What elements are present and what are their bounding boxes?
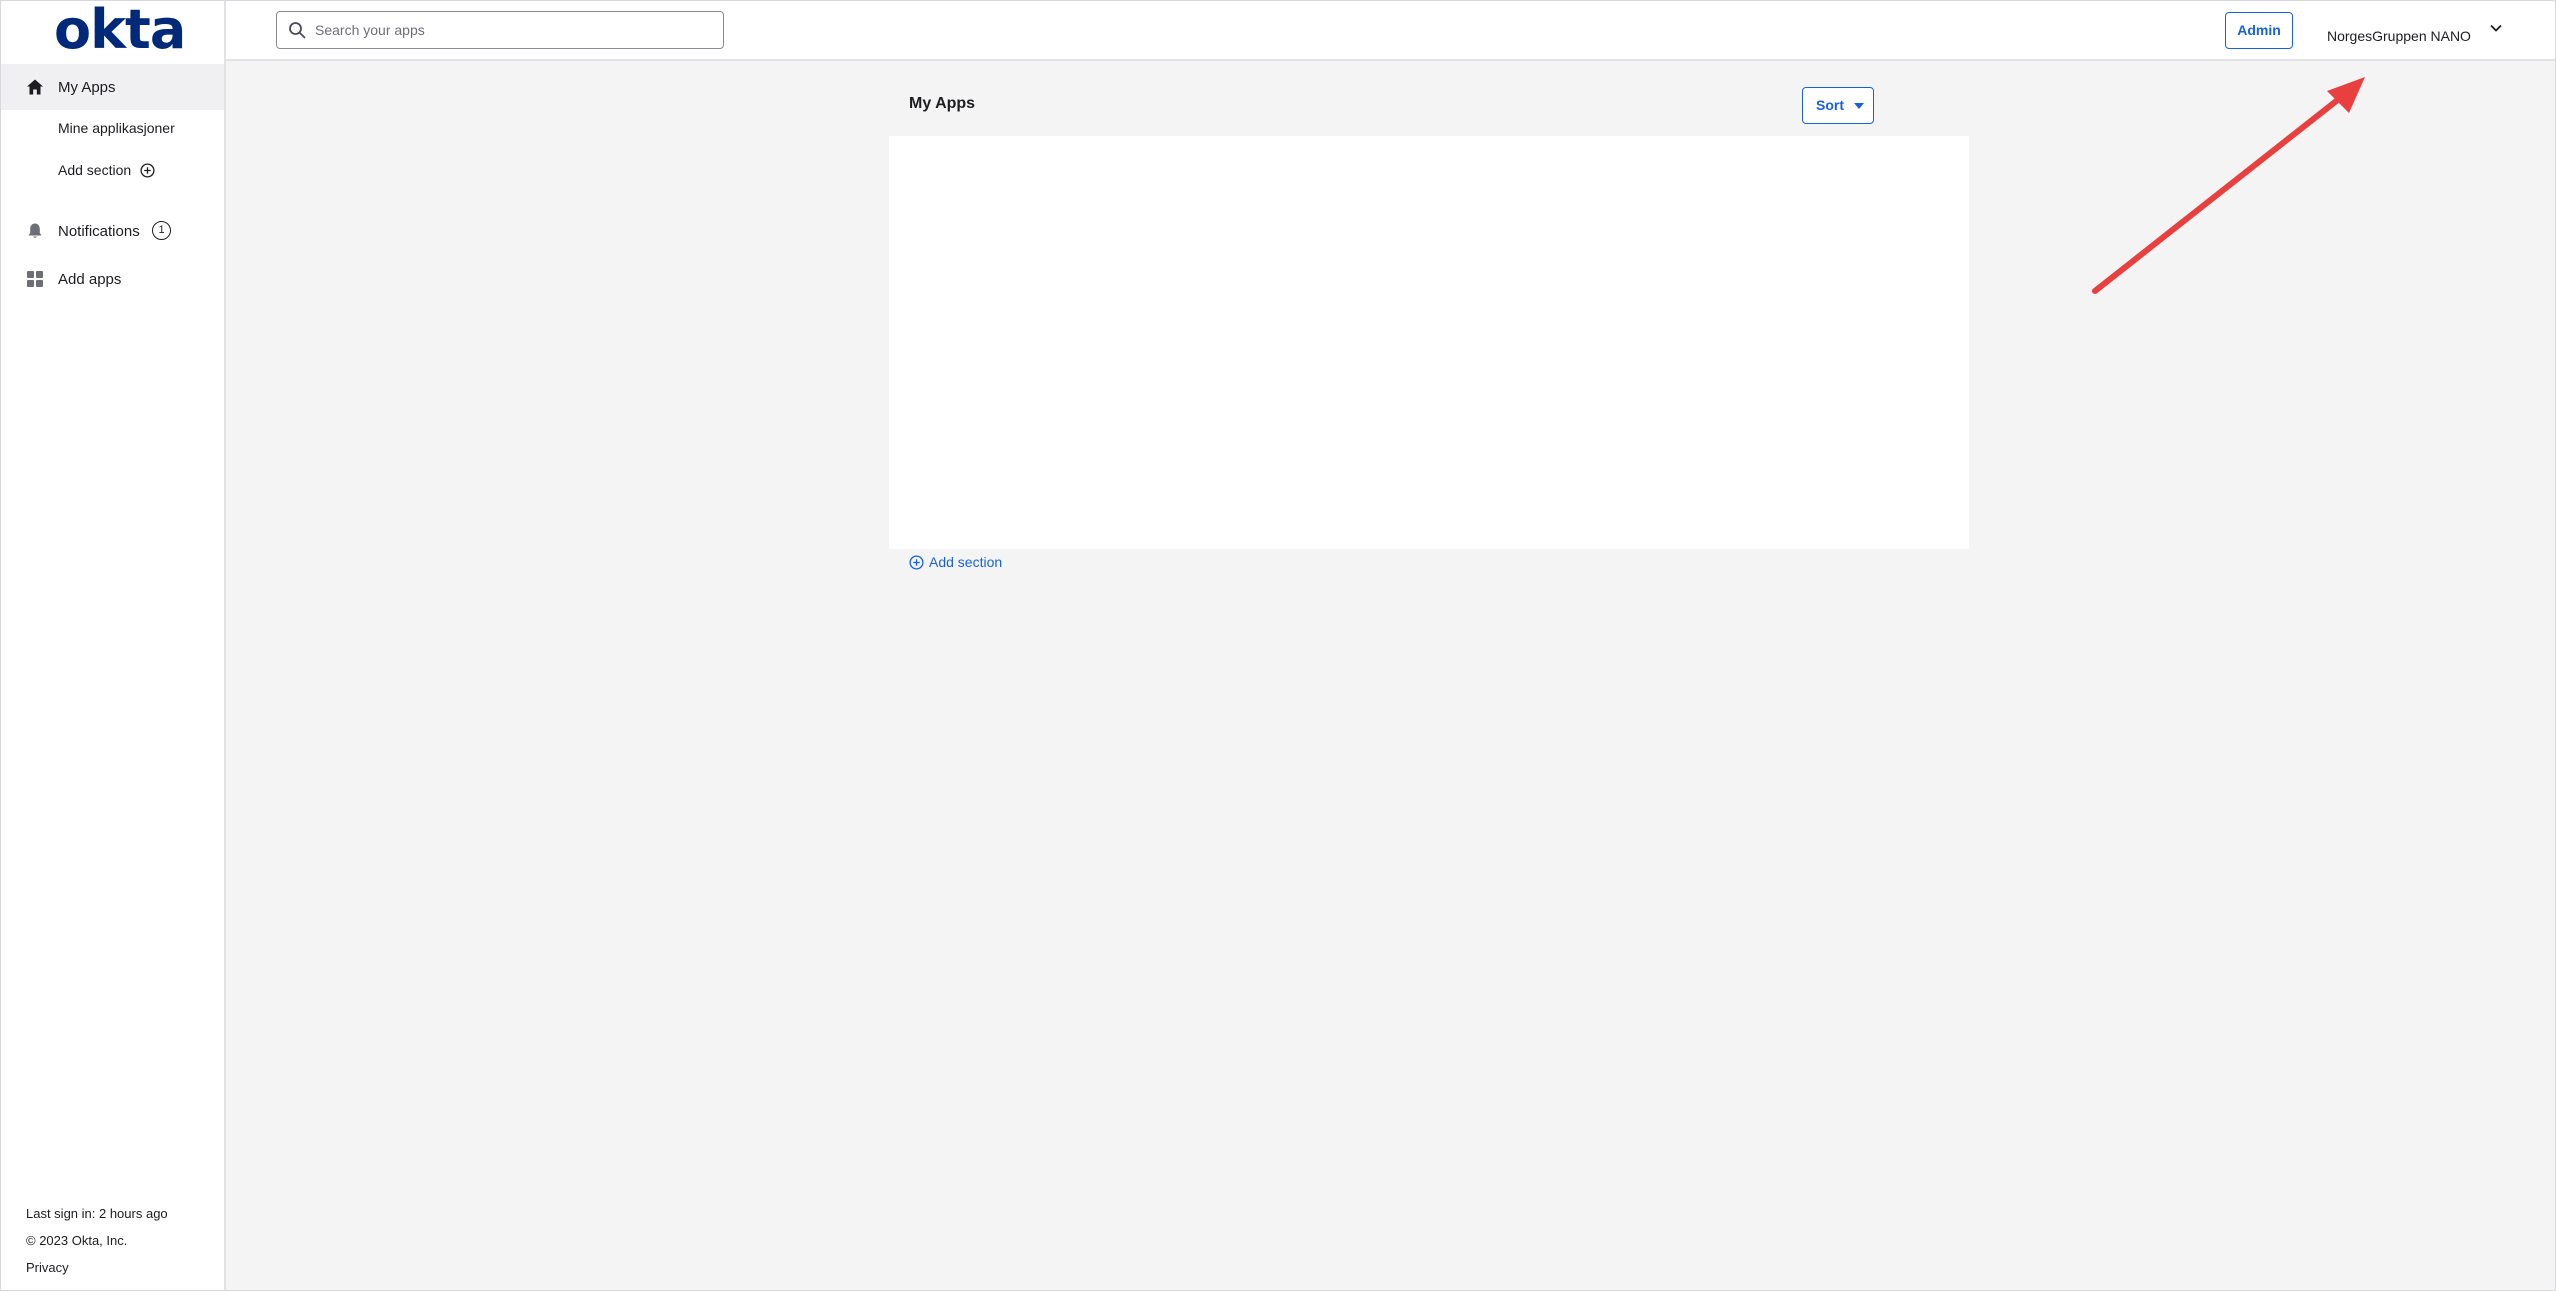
- grid-icon: [27, 271, 43, 287]
- sidebar-add-section-label: Add section: [58, 162, 132, 178]
- app-window: okta My Apps Mine applikasjoner Add sect…: [0, 0, 2556, 1291]
- add-circle-icon: [909, 555, 924, 570]
- privacy-link[interactable]: Privacy: [26, 1260, 69, 1275]
- home-icon: [27, 79, 43, 95]
- search-input[interactable]: [313, 15, 717, 45]
- sidebar-item-my-apps[interactable]: My Apps: [1, 64, 224, 110]
- sort-button[interactable]: Sort: [1802, 87, 1874, 124]
- sort-button-label: Sort: [1816, 97, 1844, 113]
- last-sign-in: Last sign in: 2 hours ago: [26, 1206, 168, 1221]
- apps-section-panel: [889, 136, 1969, 549]
- caret-down-icon: [1854, 103, 1864, 109]
- okta-logo-text: okta: [54, 0, 186, 61]
- chevron-down-icon[interactable]: [2489, 23, 2503, 33]
- sidebar-item-label: Add apps: [58, 270, 122, 288]
- sidebar-item-add-apps[interactable]: Add apps: [1, 256, 224, 302]
- bell-icon: [28, 223, 42, 238]
- sidebar-item-label: My Apps: [58, 78, 116, 96]
- search-icon: [289, 22, 306, 39]
- top-header: Admin NorgesGruppen NANO: [226, 1, 2555, 61]
- search-box[interactable]: [276, 11, 724, 49]
- copyright: © 2023 Okta, Inc.: [26, 1233, 128, 1248]
- page-title: My Apps: [909, 95, 976, 112]
- admin-button[interactable]: Admin: [2225, 12, 2293, 49]
- notification-count-badge: 1: [152, 221, 171, 240]
- sidebar: okta My Apps Mine applikasjoner Add sect…: [1, 0, 226, 1290]
- add-circle-icon: [140, 163, 155, 178]
- add-section-label: Add section: [929, 554, 1003, 570]
- sidebar-item-notifications[interactable]: Notifications 1: [1, 208, 224, 254]
- user-menu-name[interactable]: NorgesGruppen NANO: [2327, 28, 2471, 44]
- annotation-arrow-icon: [2092, 77, 2365, 294]
- sidebar-add-section[interactable]: Add section: [58, 162, 155, 178]
- sidebar-item-label: Notifications: [58, 222, 140, 240]
- logo[interactable]: okta: [1, 0, 224, 61]
- sidebar-section-mine-applikasjoner[interactable]: Mine applikasjoner: [58, 120, 175, 136]
